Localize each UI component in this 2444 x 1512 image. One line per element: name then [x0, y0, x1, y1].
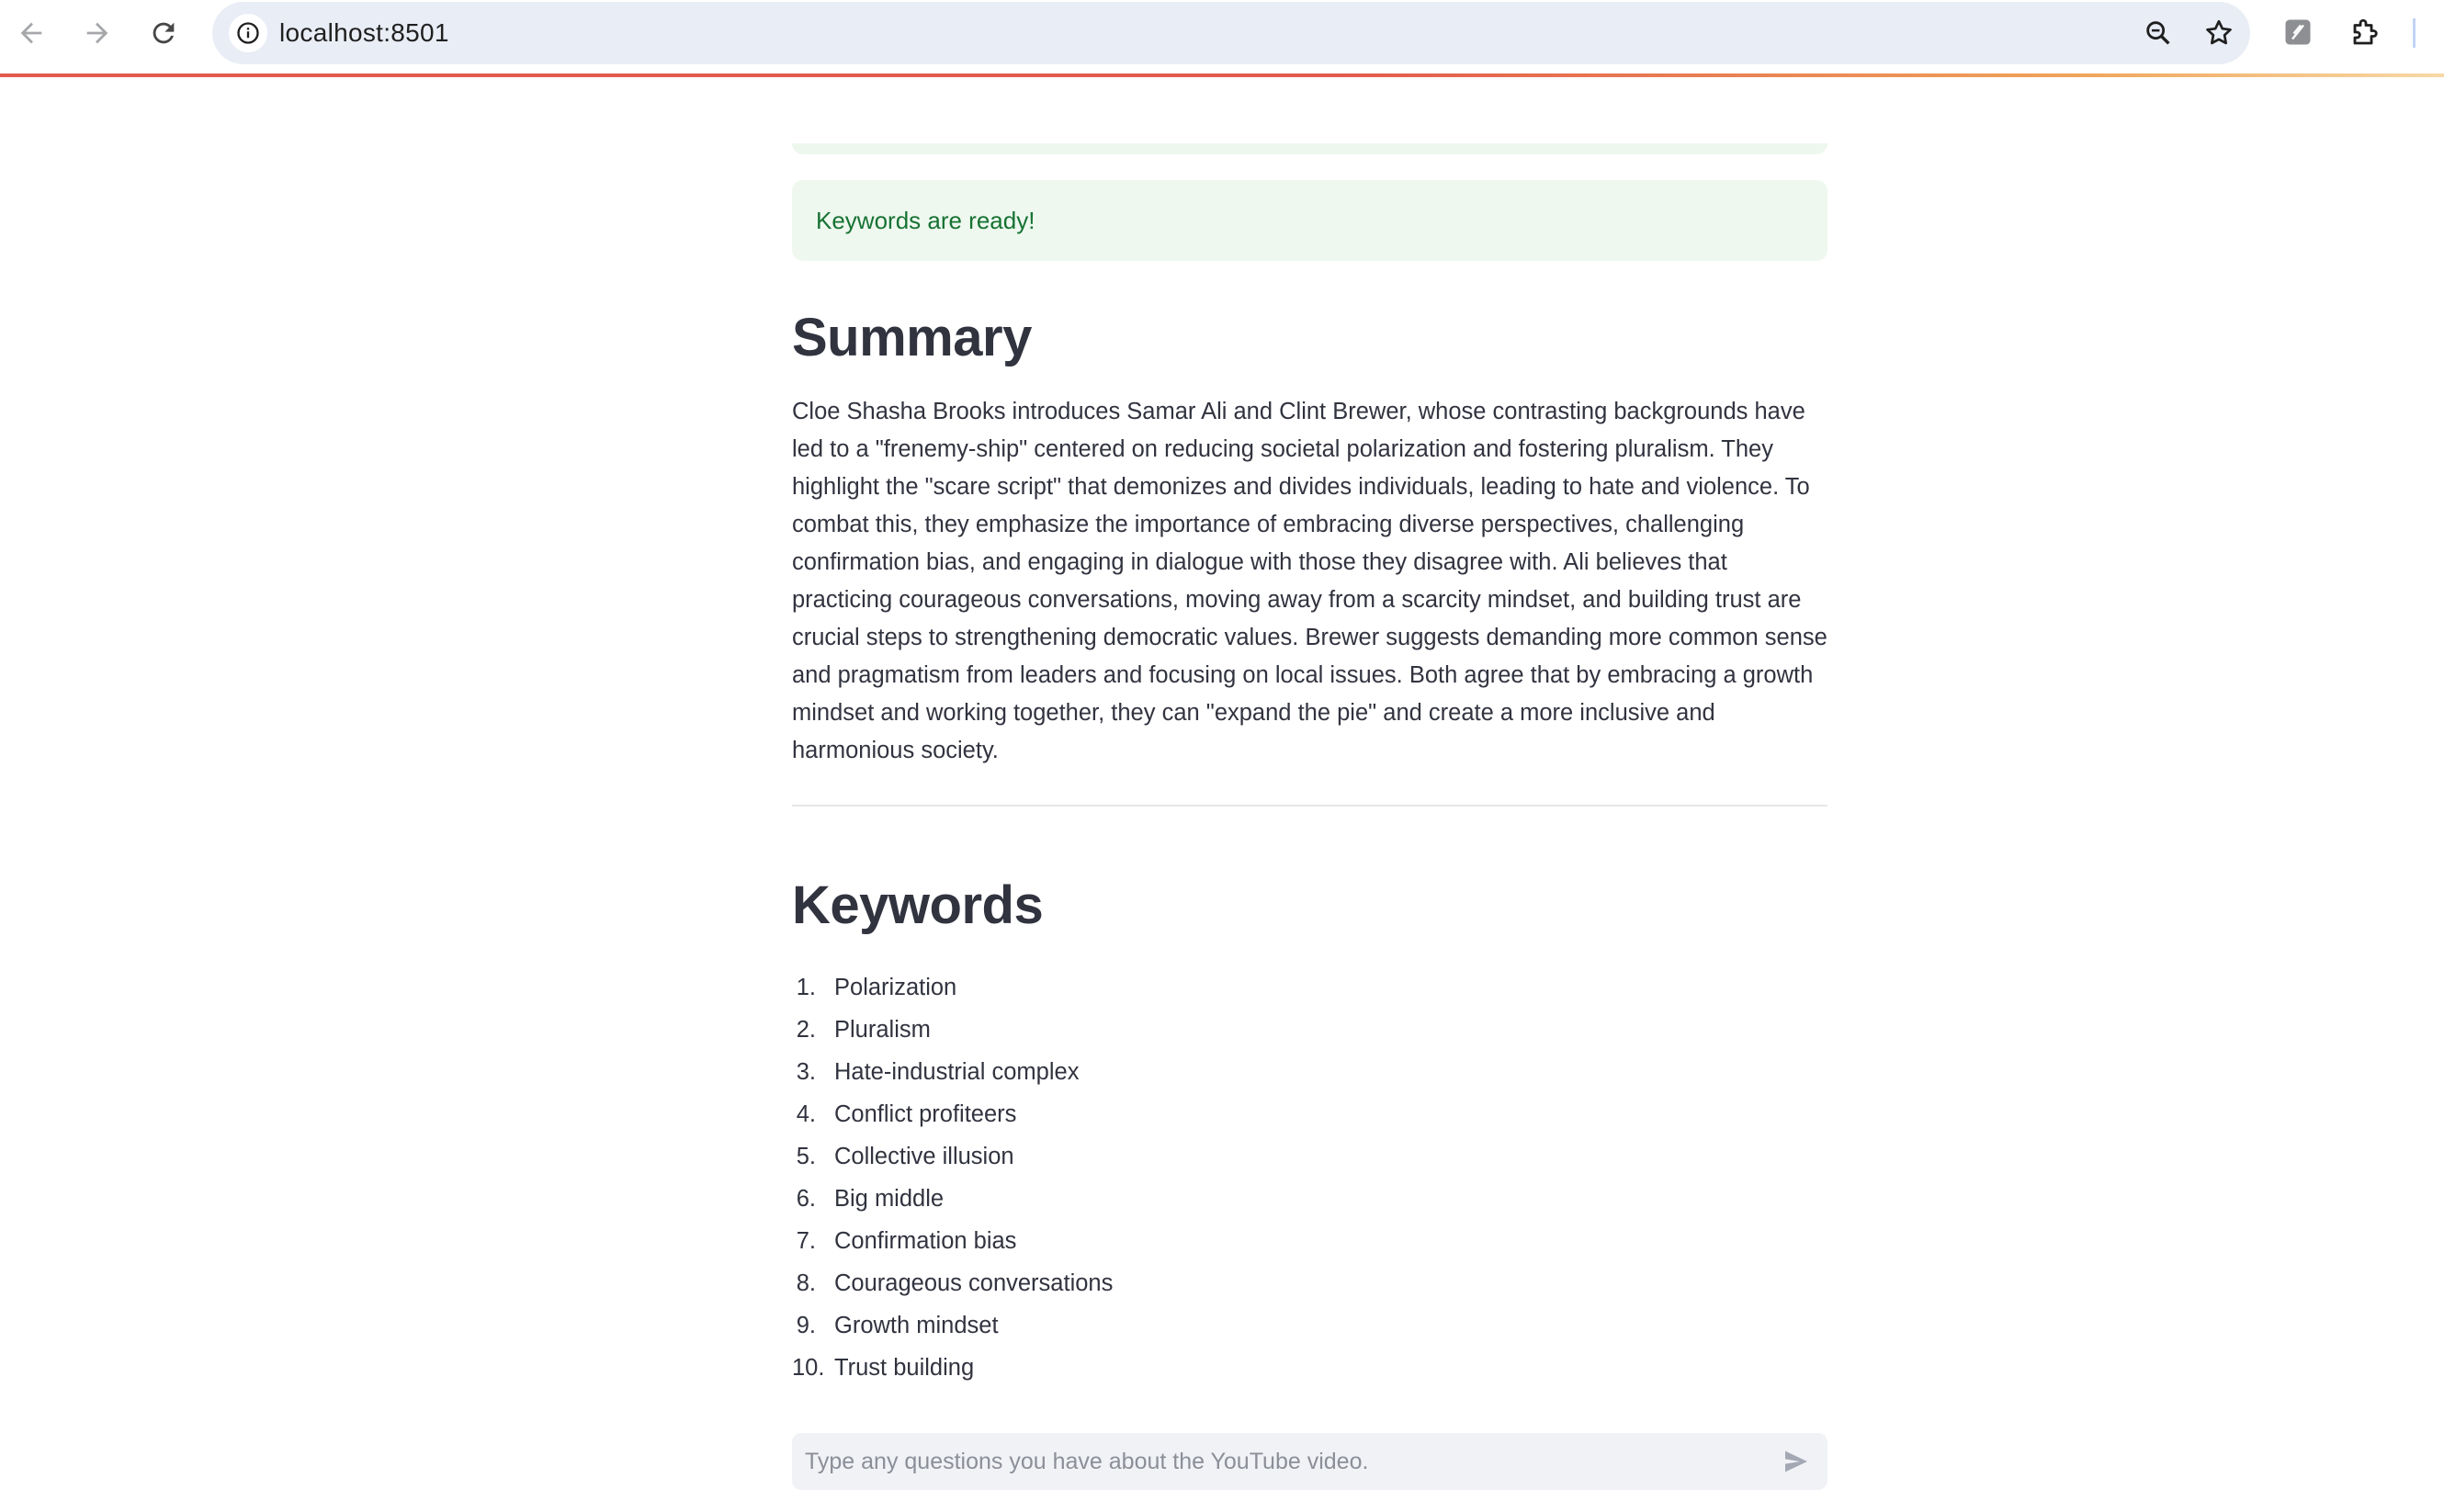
reload-button[interactable]	[141, 11, 186, 55]
list-item: 1. Polarization	[792, 966, 1827, 1009]
list-number: 2.	[796, 1017, 816, 1043]
list-item: 9. Growth mindset	[792, 1304, 1827, 1347]
back-arrow-icon	[20, 22, 42, 44]
previous-alert	[792, 143, 1827, 154]
keyword-label: Courageous conversations	[834, 1270, 1114, 1296]
profile-divider	[2413, 18, 2416, 48]
list-number: 4.	[796, 1101, 816, 1127]
list-number: 8.	[796, 1270, 816, 1296]
keyword-label: Polarization	[834, 975, 957, 1000]
keyword-label: Big middle	[834, 1186, 945, 1212]
keyword-label: Collective illusion	[834, 1144, 1014, 1169]
keywords-heading: Keywords	[792, 875, 1044, 935]
chat-input[interactable]	[805, 1433, 1760, 1490]
info-icon	[237, 22, 259, 44]
zoom-icon	[2146, 21, 2170, 45]
app-page: Keywords are ready! Summary Cloe Shasha …	[0, 77, 2444, 1512]
reload-icon	[153, 22, 175, 44]
list-number: 5.	[796, 1144, 816, 1169]
main-column: Keywords are ready! Summary Cloe Shasha …	[792, 77, 1827, 1512]
alert-text: Keywords are ready!	[816, 207, 1035, 234]
success-alert: Keywords are ready!	[792, 180, 1827, 261]
summary-heading: Summary	[792, 308, 1032, 367]
list-number: 9.	[796, 1313, 816, 1338]
list-number: 6.	[796, 1186, 816, 1212]
extension-icon	[2285, 19, 2311, 45]
keyword-label: Growth mindset	[834, 1313, 999, 1338]
list-item: 8. Courageous conversations	[792, 1262, 1827, 1304]
extension-button[interactable]	[2279, 13, 2317, 51]
list-item: 5. Collective illusion	[792, 1135, 1827, 1178]
chat-input-box	[792, 1433, 1827, 1490]
keyword-label: Trust building	[834, 1355, 975, 1381]
list-number: 7.	[796, 1228, 816, 1254]
star-icon	[2206, 19, 2232, 45]
forward-arrow-icon	[86, 22, 108, 44]
keyword-label: Pluralism	[834, 1017, 931, 1043]
list-item: 2. Pluralism	[792, 1009, 1827, 1051]
list-number: 10.	[792, 1355, 825, 1381]
keyword-label: Confirmation bias	[834, 1228, 1017, 1254]
divider	[792, 805, 1827, 807]
list-number: 1.	[796, 975, 816, 1000]
list-number: 3.	[796, 1059, 816, 1085]
summary-text: Cloe Shasha Brooks introduces Samar Ali …	[792, 399, 1827, 763]
list-item: 3. Hate-industrial complex	[792, 1051, 1827, 1093]
keyword-label: Hate-industrial complex	[834, 1059, 1080, 1085]
send-icon	[1785, 1450, 1807, 1473]
extensions-menu-button[interactable]	[2347, 13, 2385, 51]
zoom-button[interactable]	[2140, 15, 2177, 51]
back-button[interactable]	[9, 11, 53, 55]
keyword-label: Conflict profiteers	[834, 1101, 1017, 1127]
forward-button[interactable]	[75, 11, 119, 55]
url-text[interactable]: localhost:8501	[279, 2, 449, 64]
address-bar[interactable]: localhost:8501	[212, 2, 2250, 64]
bookmark-button[interactable]	[2201, 15, 2237, 51]
list-item: 6. Big middle	[792, 1178, 1827, 1220]
send-button[interactable]	[1780, 1445, 1813, 1478]
keyword-list: 1. Polarization 2. Pluralism 3. Hate-ind…	[792, 966, 1827, 1389]
browser-toolbar: localhost:8501	[0, 0, 2444, 73]
puzzle-icon	[2353, 18, 2378, 45]
site-info-button[interactable]	[229, 14, 267, 52]
list-item: 4. Conflict profiteers	[792, 1093, 1827, 1135]
list-item: 7. Confirmation bias	[792, 1220, 1827, 1262]
list-item: 10. Trust building	[792, 1347, 1827, 1389]
